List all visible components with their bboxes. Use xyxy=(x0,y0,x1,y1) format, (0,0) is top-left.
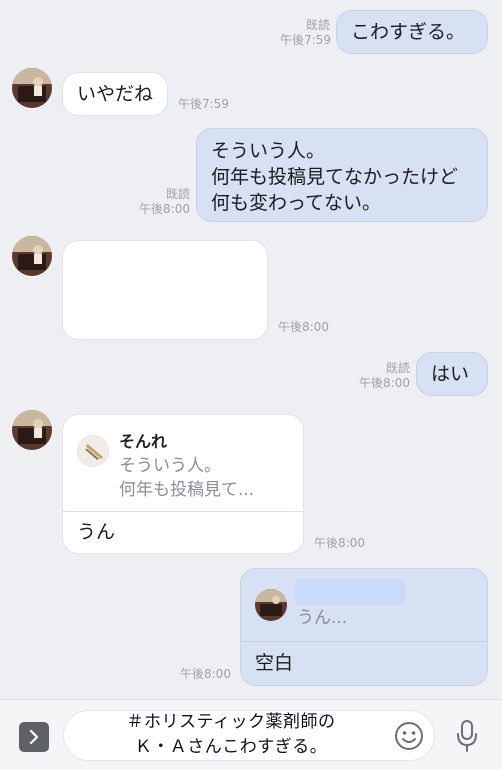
avatar[interactable] xyxy=(12,410,52,450)
redacted-sender-name xyxy=(295,579,405,605)
quoted-avatar xyxy=(77,435,109,467)
expand-menu-button[interactable] xyxy=(19,722,49,752)
message-text: こわすぎる。 xyxy=(351,21,466,43)
message-text-line: そういう人。 xyxy=(211,140,326,162)
outgoing-message[interactable]: そういう人。 何年も投稿見てなかったけど 何も変わってない。 xyxy=(196,128,488,222)
read-receipt: 既読 午後8:00 xyxy=(359,361,410,390)
message-text-line: 何も変わってない。 xyxy=(211,192,382,214)
avatar[interactable] xyxy=(12,68,52,108)
smiley-icon xyxy=(395,722,423,750)
message-text: 空白 xyxy=(255,652,294,674)
quoted-text-line: うん... xyxy=(297,608,348,628)
incoming-reply-message[interactable]: そんれ そういう人。 何年も投稿見て... うん xyxy=(62,414,304,554)
timestamp: 午後7:59 xyxy=(178,97,229,111)
microphone-icon xyxy=(457,720,477,752)
reply-divider xyxy=(241,641,487,642)
caption-line: ＃ホリスティック薬剤師の xyxy=(126,712,336,732)
incoming-message[interactable]: いやだね xyxy=(62,72,168,116)
caption-line: Ｋ・Ａさんこわすぎる。 xyxy=(134,737,328,757)
emoji-button[interactable] xyxy=(393,720,425,752)
timestamp: 午後8:00 xyxy=(278,320,329,334)
reply-divider xyxy=(63,511,303,512)
message-text: うん xyxy=(77,521,116,543)
avatar[interactable] xyxy=(12,236,52,276)
overlay-caption: ＃ホリスティック薬剤師の Ｋ・Ａさんこわすぎる。 xyxy=(96,710,366,760)
timestamp: 午後8:00 xyxy=(180,667,231,681)
quoted-sender-name: そんれ xyxy=(119,432,168,451)
read-receipt: 既読 午後7:59 xyxy=(280,18,331,47)
outgoing-message[interactable]: こわすぎる。 xyxy=(336,10,488,54)
timestamp: 午後8:00 xyxy=(314,536,365,550)
quoted-avatar xyxy=(255,589,287,621)
voice-button[interactable] xyxy=(452,718,482,754)
quoted-text-line: 何年も投稿見て... xyxy=(119,480,255,500)
quoted-text-line: そういう人。 xyxy=(119,456,221,476)
chevron-right-icon xyxy=(29,729,39,745)
read-receipt: 既読 午後8:00 xyxy=(139,187,190,216)
incoming-blank-card[interactable] xyxy=(62,240,268,340)
message-text: はい xyxy=(431,363,470,385)
message-text-line: 何年も投稿見てなかったけど xyxy=(211,166,459,188)
outgoing-reply-message[interactable]: うん... 空白 xyxy=(240,568,488,686)
outgoing-message[interactable]: はい xyxy=(416,352,488,396)
message-text: いやだね xyxy=(77,83,154,105)
